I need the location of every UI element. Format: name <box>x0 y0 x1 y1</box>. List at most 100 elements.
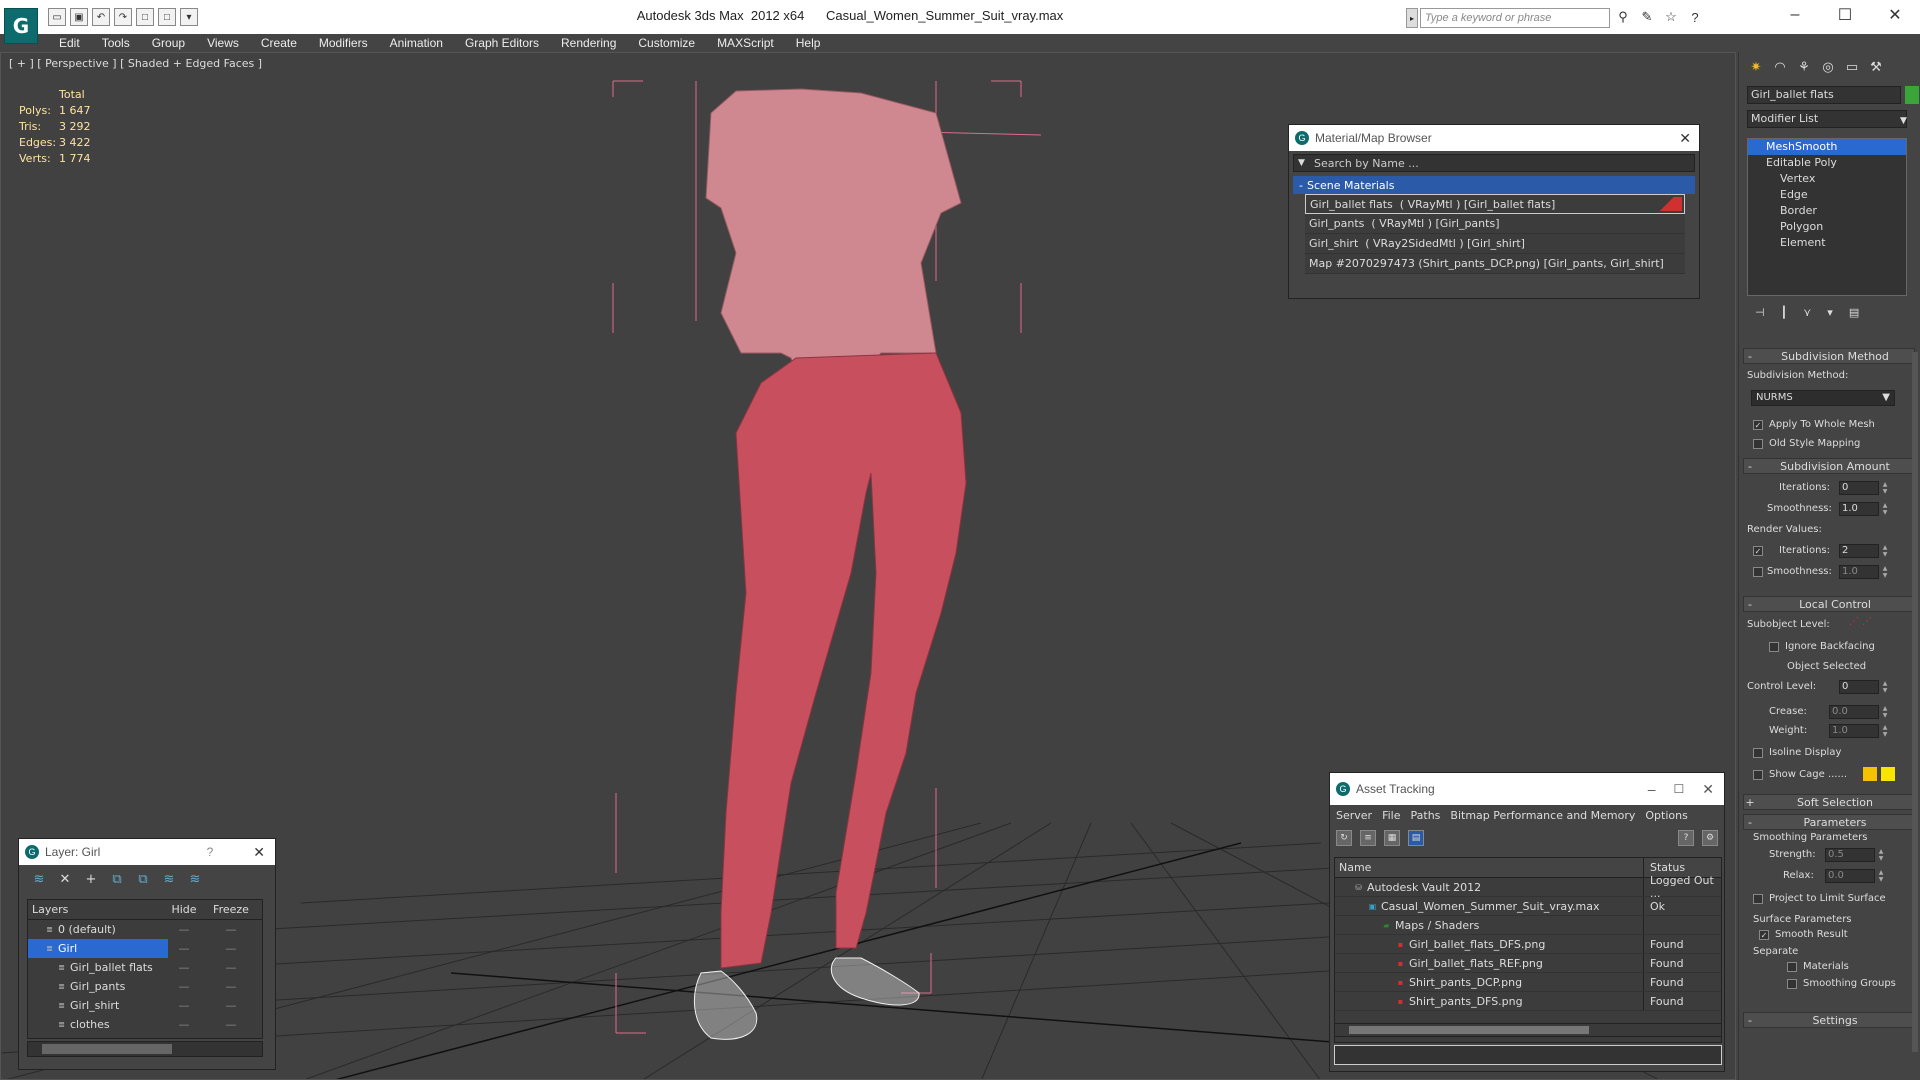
close-icon[interactable]: ✕ <box>253 844 265 861</box>
relax-spinner[interactable]: 0.0 <box>1825 869 1875 883</box>
show-end-result-icon[interactable]: ┃ <box>1781 306 1788 319</box>
menu-customize[interactable]: Customize <box>627 34 706 52</box>
create-layer-icon[interactable]: ≋ <box>31 871 47 887</box>
isoline-display-checkbox[interactable] <box>1753 748 1763 758</box>
scene-materials-group[interactable]: - Scene Materials <box>1293 176 1695 194</box>
help-icon[interactable]: ? <box>207 845 214 859</box>
asset-menu-options[interactable]: Options <box>1645 809 1687 822</box>
menu-graph-editors[interactable]: Graph Editors <box>454 34 550 52</box>
ignore-backfacing-checkbox[interactable] <box>1769 642 1779 652</box>
layer-name-cell[interactable]: ≣ Girl_ballet flats <box>28 958 168 977</box>
help-icon[interactable]: ? <box>1678 830 1694 846</box>
layer-row[interactable]: ≣ clothes — — <box>28 1015 262 1034</box>
asset-menu-server[interactable]: Server <box>1336 809 1372 822</box>
asset-row[interactable]: ▣ Casual_Women_Summer_Suit_vray.max Ok <box>1335 897 1721 916</box>
project-limit-checkbox[interactable] <box>1753 894 1763 904</box>
stack-edge[interactable]: Edge <box>1748 187 1906 203</box>
rollout-soft-selection[interactable]: + Soft Selection <box>1743 794 1915 810</box>
hide-toggle[interactable]: — <box>168 980 200 993</box>
layer-name-cell[interactable]: ≣ clothes <box>28 1015 168 1034</box>
control-level-spinner[interactable]: 0 <box>1839 680 1879 694</box>
close-button[interactable]: ✕ <box>1870 0 1920 30</box>
render-iterations-spinner[interactable]: 2 <box>1839 544 1879 558</box>
smoothness-spinner[interactable]: 1.0 <box>1839 502 1879 516</box>
layer-name-cell[interactable]: ≣ Girl_pants <box>28 977 168 996</box>
help-icon[interactable]: ? <box>1686 8 1704 26</box>
make-unique-icon[interactable]: ⋎ <box>1803 306 1811 319</box>
menu-create[interactable]: Create <box>250 34 308 52</box>
freeze-toggle[interactable]: — <box>200 961 262 974</box>
asset-menu-file[interactable]: File <box>1382 809 1400 822</box>
rollout-local-control[interactable]: - Local Control <box>1743 596 1915 612</box>
show-cage-checkbox[interactable] <box>1753 770 1763 780</box>
hide-all-icon[interactable]: ≋ <box>161 871 177 887</box>
strength-spinner[interactable]: 0.5 <box>1825 848 1875 862</box>
layer-name-cell[interactable]: ≣ Girl_shirt <box>28 996 168 1015</box>
viewport-label[interactable]: [ + ] [ Perspective ] [ Shaded + Edged F… <box>9 57 262 70</box>
table-view-icon[interactable]: ▤ <box>1408 830 1424 846</box>
layer-manager-titlebar[interactable]: G Layer: Girl? ✕ <box>19 839 275 865</box>
create-tab-icon[interactable]: ✷ <box>1747 58 1765 76</box>
freeze-toggle[interactable]: — <box>200 980 262 993</box>
maximize-button[interactable]: ☐ <box>1820 0 1870 30</box>
close-icon[interactable]: ✕ <box>1679 130 1691 147</box>
freeze-toggle[interactable]: — <box>200 1018 262 1031</box>
hold-icon[interactable]: □ <box>136 8 154 26</box>
menu-modifiers[interactable]: Modifiers <box>308 34 379 52</box>
rollout-subdivision-method[interactable]: - Subdivision Method <box>1743 348 1915 364</box>
render-smoothness-spinner[interactable]: 1.0 <box>1839 565 1879 579</box>
settings-icon[interactable]: ⚙ <box>1702 830 1718 846</box>
column-layers[interactable]: Layers <box>28 900 168 919</box>
minimize-icon[interactable]: – <box>1648 781 1656 797</box>
scroll-thumb[interactable] <box>42 1044 172 1054</box>
asset-path-field[interactable] <box>1334 1045 1722 1065</box>
search-expand-icon[interactable]: ▸ <box>1406 8 1418 28</box>
material-item[interactable]: Girl_shirt ( VRay2SidedMtl ) [Girl_shirt… <box>1305 234 1685 254</box>
menu-views[interactable]: Views <box>196 34 250 52</box>
select-objects-icon[interactable]: ⧉ <box>109 871 125 887</box>
material-item[interactable]: Map #2070297473 (Shirt_pants_DCP.png) [G… <box>1305 254 1685 274</box>
asset-row[interactable]: ▪ Shirt_pants_DFS.png Found <box>1335 992 1721 1011</box>
hide-toggle[interactable]: — <box>168 942 200 955</box>
freeze-toggle[interactable]: — <box>200 942 262 955</box>
open-file-icon[interactable]: ▭ <box>48 8 66 26</box>
freeze-toggle[interactable]: — <box>200 999 262 1012</box>
rollout-parameters[interactable]: - Parameters <box>1743 814 1915 830</box>
asset-tracking-titlebar[interactable]: G Asset Tracking – ☐ ✕ <box>1330 773 1724 805</box>
favorites-star-icon[interactable]: ☆ <box>1662 8 1680 26</box>
column-freeze[interactable]: Freeze <box>200 903 262 916</box>
motion-tab-icon[interactable]: ◎ <box>1819 58 1837 76</box>
save-icon[interactable]: ▣ <box>70 8 88 26</box>
delete-layer-icon[interactable]: ✕ <box>57 871 73 887</box>
asset-row[interactable]: ▪ Shirt_pants_DCP.png Found <box>1335 973 1721 992</box>
menu-help[interactable]: Help <box>785 34 832 52</box>
refresh-icon[interactable]: ↻ <box>1336 830 1352 846</box>
rollout-settings[interactable]: - Settings <box>1743 1012 1915 1028</box>
pin-stack-icon[interactable]: ⊣ <box>1755 306 1765 319</box>
stack-meshsmooth[interactable]: MeshSmooth <box>1748 139 1906 155</box>
asset-menu-bitmap[interactable]: Bitmap Performance and Memory <box>1450 809 1635 822</box>
list-view-icon[interactable]: ≡ <box>1360 830 1376 846</box>
hide-toggle[interactable]: — <box>168 923 200 936</box>
scroll-thumb[interactable] <box>1349 1026 1589 1034</box>
material-item[interactable]: Girl_pants ( VRayMtl ) [Girl_pants] <box>1305 214 1685 234</box>
minimize-button[interactable]: – <box>1770 0 1820 30</box>
communication-icon[interactable]: ✎ <box>1638 8 1656 26</box>
hide-toggle[interactable]: — <box>168 1018 200 1031</box>
command-panel-scrollbar[interactable] <box>1912 352 1918 1052</box>
redo-icon[interactable]: ↷ <box>114 8 132 26</box>
spinner-arrows-icon[interactable]: ▲ ▼ <box>1881 565 1889 579</box>
keyword-search-input[interactable]: Type a keyword or phrase <box>1420 8 1610 28</box>
hide-toggle[interactable]: — <box>168 961 200 974</box>
layer-horizontal-scrollbar[interactable] <box>27 1041 263 1057</box>
layer-row[interactable]: ≣ Girl — — <box>28 939 262 958</box>
spinner-arrows-icon[interactable]: ▲ ▼ <box>1881 544 1889 558</box>
hide-toggle[interactable]: — <box>168 999 200 1012</box>
weight-spinner[interactable]: 1.0 <box>1829 724 1879 738</box>
modifier-list-dropdown[interactable]: Modifier List ▼ <box>1747 110 1907 128</box>
separate-materials-checkbox[interactable] <box>1787 962 1797 972</box>
fetch-icon[interactable]: □ <box>158 8 176 26</box>
remove-modifier-icon[interactable]: ▾ <box>1827 306 1833 319</box>
hierarchy-tab-icon[interactable]: ⚘ <box>1795 58 1813 76</box>
layer-row[interactable]: ≣ 0 (default) — — <box>28 920 262 939</box>
